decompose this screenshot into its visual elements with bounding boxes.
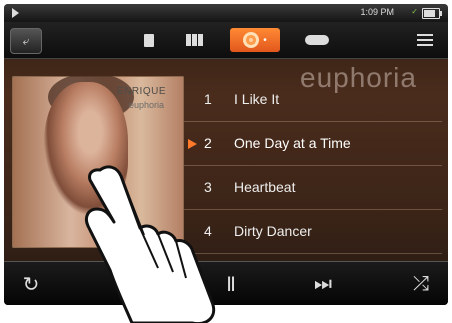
album-art-face (44, 82, 128, 214)
track-list: 1 I Like It 2 One Day at a Time 3 Heartb… (184, 78, 442, 254)
track-number: 3 (204, 179, 212, 195)
album-title-text: euphoria (128, 100, 164, 110)
next-button[interactable]: ⏭ (308, 271, 338, 297)
track-title: I Like It (234, 91, 280, 107)
shuffle-icon: ⤮ (413, 272, 429, 295)
device-frame: 1:09 PM ✓ ⤶ • ENRIQUE euphoria euphoria … (0, 0, 452, 323)
now-playing-icon (188, 139, 197, 149)
track-title: One Day at a Time (234, 135, 351, 151)
shuffle-button[interactable]: ⤮ (406, 271, 436, 297)
playback-controls: ↻ Ⅱ ⏭ ⤮ (4, 261, 448, 305)
battery-icon (422, 8, 442, 19)
tab-toggle[interactable] (296, 28, 338, 52)
top-toolbar: ⤶ • (4, 22, 448, 59)
track-title: Heartbeat (234, 179, 296, 195)
track-row[interactable]: 3 Heartbeat (184, 166, 442, 210)
track-number: 2 (204, 135, 212, 151)
toggle-icon (305, 35, 329, 45)
repeat-button[interactable]: ↻ (16, 271, 46, 297)
tab-list[interactable] (174, 28, 216, 52)
pause-icon: Ⅱ (226, 273, 236, 296)
track-number: 1 (204, 91, 212, 107)
menu-icon (417, 34, 433, 46)
menu-button[interactable] (412, 28, 438, 52)
back-icon: ⤶ (22, 33, 30, 48)
album-artist-text: ENRIQUE (116, 86, 166, 97)
signal-icon: ✓ (411, 7, 418, 16)
track-number: 4 (204, 223, 212, 239)
track-row[interactable]: 1 I Like It (184, 78, 442, 122)
album-art[interactable]: ENRIQUE euphoria (12, 76, 184, 248)
tab-documents[interactable] (128, 28, 170, 52)
status-bar: 1:09 PM ✓ (4, 4, 448, 22)
pause-button[interactable]: Ⅱ (216, 271, 246, 297)
battery-level (424, 10, 436, 17)
screen: 1:09 PM ✓ ⤶ • ENRIQUE euphoria euphoria … (4, 4, 448, 305)
track-row[interactable]: 4 Dirty Dancer (184, 210, 442, 254)
track-title: Dirty Dancer (234, 223, 312, 239)
document-icon (144, 33, 154, 47)
clock: 1:09 PM (360, 7, 394, 17)
disc-icon (243, 32, 260, 48)
next-icon: ⏭ (314, 272, 332, 295)
back-button[interactable]: ⤶ (10, 28, 42, 54)
track-row-playing[interactable]: 2 One Day at a Time (184, 122, 442, 166)
repeat-icon: ↻ (22, 273, 40, 296)
tab-active-dot: • (263, 34, 267, 46)
tab-now-playing[interactable]: • (230, 28, 280, 52)
list-icon (186, 34, 204, 46)
playing-indicator-icon (12, 8, 19, 18)
